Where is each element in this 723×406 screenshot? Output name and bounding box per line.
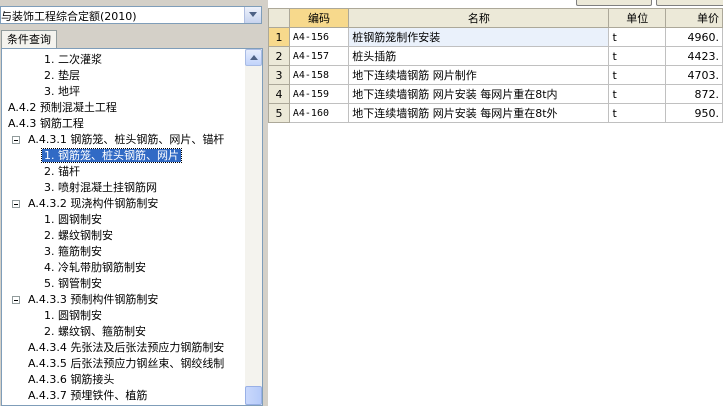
table-row[interactable]: 4 A4-159 地下连续墙钢筋 网片安装 每网片重在8t内 t 872. (268, 84, 723, 104)
tree-node-label: A.4.3.4 先张法及后张法预应力钢筋制安 (28, 341, 225, 354)
tree-node[interactable]: 2. 垫层 (42, 68, 82, 84)
tree-node-label: A.4.3.1 钢筋笼、桩头钢筋、网片、锚杆 (28, 133, 225, 146)
toolbar-button-2[interactable] (656, 0, 723, 6)
tree-node[interactable]: 2. 螺纹钢制安 (42, 228, 115, 244)
cell-unit[interactable]: t (608, 27, 666, 47)
row-number: 1 (268, 27, 290, 47)
row-number-header (268, 8, 290, 28)
toolbar-button-1[interactable] (576, 0, 652, 6)
quota-tree: 1. 二次灌浆 2. 垫层 3. 地坪 A.4.2 预制混凝土工程 A.4.3 钢筋工程… (1, 48, 263, 406)
cell-price[interactable]: 4703. (664, 65, 723, 85)
cell-price[interactable]: 4960. (664, 27, 723, 47)
tree-node-label: A.4.3 钢筋工程 (8, 117, 84, 130)
tree-node[interactable]: A.4.2 预制混凝土工程 (6, 100, 119, 116)
tab-condition-query[interactable]: 条件查询 (1, 30, 57, 48)
cell-name[interactable]: 桩头插筋 (348, 46, 610, 66)
tree-node[interactable]: 1. 钢筋笼、桩头钢筋、网片 (41, 148, 182, 164)
cell-code[interactable]: A4-159 (288, 84, 350, 104)
tree-node[interactable]: A.4.3.1 钢筋笼、桩头钢筋、网片、锚杆 (12, 132, 226, 148)
row-number: 4 (268, 84, 290, 104)
tree-scrollbar[interactable] (245, 49, 262, 405)
column-header-code[interactable]: 编码 (288, 8, 350, 28)
cell-name[interactable]: 地下连续墙钢筋 网片制作 (348, 65, 610, 85)
quota-table: 编码 名称 单位 单价 1 A4-156 桩钢筋笼制作安装 t 4960. 2 … (268, 8, 723, 123)
row-number: 2 (268, 46, 290, 66)
tree-node[interactable]: 3. 喷射混凝土挂钢筋网 (42, 180, 159, 196)
tree-node[interactable]: 1. 圆钢制安 (42, 308, 104, 324)
cell-unit[interactable]: t (608, 84, 666, 104)
tree-node[interactable]: A.4.3.5 后张法预应力钢丝束、钢绞线制 (26, 356, 226, 372)
left-panel: 与装饰工程综合定额(2010) 条件查询 1. 二次灌浆 2. 垫层 3. 地坪 A.… (0, 0, 265, 406)
tree-node-label: A.4.3.7 预埋铁件、植筋 (28, 389, 148, 402)
cell-name[interactable]: 地下连续墙钢筋 网片安装 每网片重在8t外 (348, 103, 610, 123)
collapse-toggle-icon[interactable] (12, 136, 20, 144)
cell-code[interactable]: A4-160 (288, 103, 350, 123)
scroll-up-button[interactable] (245, 49, 262, 66)
tree-node-label: 4. 冷轧带肋钢筋制安 (44, 261, 146, 274)
tree-node[interactable]: 3. 地坪 (42, 84, 82, 100)
tree-node-label: 1. 钢筋笼、桩头钢筋、网片 (41, 148, 182, 163)
cell-name[interactable]: 地下连续墙钢筋 网片安装 每网片重在8t内 (348, 84, 610, 104)
row-number: 5 (268, 103, 290, 123)
row-number: 3 (268, 65, 290, 85)
tree-node[interactable]: 3. 箍筋制安 (42, 244, 104, 260)
tree-node-label: 5. 钢管制安 (44, 277, 102, 290)
cell-code[interactable]: A4-156 (288, 27, 350, 47)
scroll-thumb[interactable] (245, 386, 262, 405)
tree-node-label: 1. 圆钢制安 (44, 213, 102, 226)
cell-unit[interactable]: t (608, 65, 666, 85)
dropdown-arrow-icon[interactable] (244, 7, 261, 23)
tree-node-label: A.4.3.3 预制构件钢筋制安 (28, 293, 159, 306)
tree-node-label: 3. 箍筋制安 (44, 245, 102, 258)
tree-node[interactable]: 2. 螺纹钢、箍筋制安 (42, 324, 148, 340)
cell-unit[interactable]: t (608, 103, 666, 123)
tree-node[interactable]: 1. 圆钢制安 (42, 212, 104, 228)
cell-code[interactable]: A4-158 (288, 65, 350, 85)
table-row[interactable]: 5 A4-160 地下连续墙钢筋 网片安装 每网片重在8t外 t 950. (268, 103, 723, 123)
tree-node-label: 2. 锚杆 (44, 165, 80, 178)
tree-node-label: A.4.2 预制混凝土工程 (8, 101, 117, 114)
quota-list-panel: 编码 名称 单位 单价 1 A4-156 桩钢筋笼制作安装 t 4960. 2 … (268, 0, 723, 406)
tree-node-label: 2. 螺纹钢制安 (44, 229, 113, 242)
tree-node[interactable]: A.4.3.6 钢筋接头 (26, 372, 116, 388)
table-row[interactable]: 1 A4-156 桩钢筋笼制作安装 t 4960. (268, 27, 723, 47)
cell-price[interactable]: 950. (664, 103, 723, 123)
tree-node-label: 3. 地坪 (44, 85, 80, 98)
tree-node[interactable]: A.4.3.3 预制构件钢筋制安 (12, 292, 160, 308)
quota-library-select[interactable]: 与装饰工程综合定额(2010) (0, 6, 262, 24)
tree-node[interactable]: 1. 二次灌浆 (42, 52, 104, 68)
tree-node[interactable]: A.4.3 钢筋工程 (6, 116, 86, 132)
tree-node-label: A.4.3.5 后张法预应力钢丝束、钢绞线制 (28, 357, 225, 370)
column-header-name[interactable]: 名称 (348, 8, 610, 28)
quota-library-value: 与装饰工程综合定额(2010) (1, 10, 137, 23)
cell-unit[interactable]: t (608, 46, 666, 66)
tree-node-label: 1. 二次灌浆 (44, 53, 102, 66)
table-row[interactable]: 3 A4-158 地下连续墙钢筋 网片制作 t 4703. (268, 65, 723, 85)
tree-node-label: A.4.3.6 钢筋接头 (28, 373, 115, 386)
table-row[interactable]: 2 A4-157 桩头插筋 t 4423. (268, 46, 723, 66)
tree-node-label: 2. 垫层 (44, 69, 80, 82)
tree-node[interactable]: A.4.3.7 预埋铁件、植筋 (26, 388, 149, 404)
collapse-toggle-icon[interactable] (12, 200, 20, 208)
tree-node-label: 2. 螺纹钢、箍筋制安 (44, 325, 146, 338)
tree-node[interactable]: 2. 锚杆 (42, 164, 82, 180)
cell-name[interactable]: 桩钢筋笼制作安装 (348, 27, 610, 47)
cell-price[interactable]: 872. (664, 84, 723, 104)
tree-node[interactable]: 5. 钢管制安 (42, 276, 104, 292)
cell-price[interactable]: 4423. (664, 46, 723, 66)
tree-node[interactable]: A.4.3.2 现浇构件钢筋制安 (12, 196, 160, 212)
column-header-price[interactable]: 单价 (664, 8, 723, 28)
column-header-unit[interactable]: 单位 (608, 8, 666, 28)
table-header-row: 编码 名称 单位 单价 (268, 8, 723, 28)
tree-node-label: 3. 喷射混凝土挂钢筋网 (44, 181, 157, 194)
tree-node-label: A.4.3.2 现浇构件钢筋制安 (28, 197, 159, 210)
tree-node[interactable]: 4. 冷轧带肋钢筋制安 (42, 260, 148, 276)
tree-node[interactable]: A.4.3.4 先张法及后张法预应力钢筋制安 (26, 340, 226, 356)
collapse-toggle-icon[interactable] (12, 296, 20, 304)
tree-node-label: 1. 圆钢制安 (44, 309, 102, 322)
cell-code[interactable]: A4-157 (288, 46, 350, 66)
